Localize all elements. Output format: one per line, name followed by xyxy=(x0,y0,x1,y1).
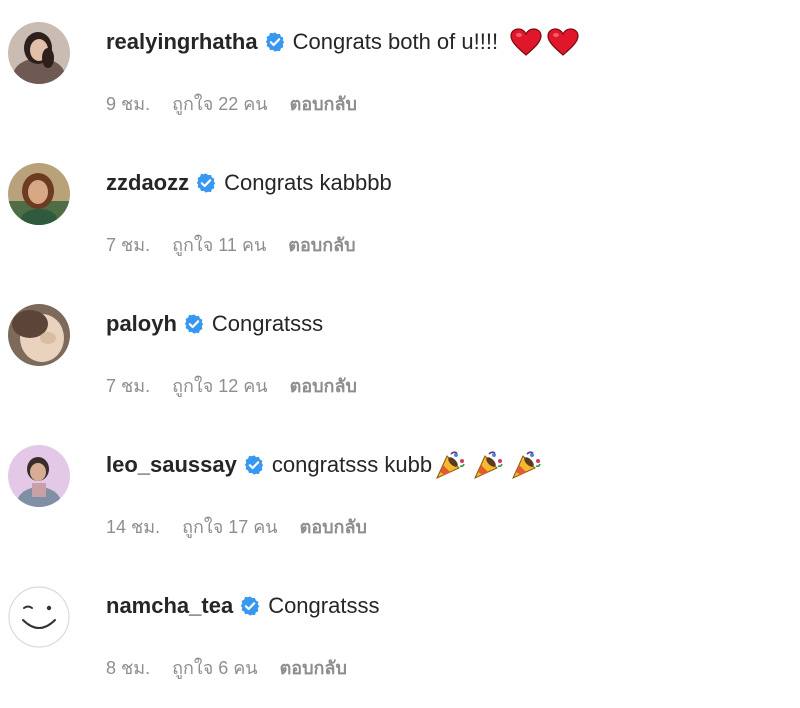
username[interactable]: realyingrhatha xyxy=(106,29,258,55)
avatar[interactable] xyxy=(8,22,70,84)
like-count[interactable]: ถูกใจ 6 คน xyxy=(172,653,258,682)
comment-text: Congratsss xyxy=(211,311,324,336)
party-popper-icon xyxy=(510,449,542,481)
comment-text: congratsss kubb xyxy=(271,452,433,477)
comment-text: Congrats kabbbb xyxy=(224,170,392,195)
username[interactable]: namcha_tea xyxy=(106,593,233,619)
avatar[interactable] xyxy=(8,304,70,366)
red-heart-icon xyxy=(547,28,579,56)
username[interactable]: zzdaozz xyxy=(106,170,189,196)
avatar[interactable] xyxy=(8,445,70,507)
comment-item: realyingrhatha Congrats both of u!!!! 9 … xyxy=(0,0,800,140)
comment-text: Congrats both of u!!!! xyxy=(292,29,499,54)
comment-item: zzdaozz Congrats kabbbb 7 ชม. ถูกใจ 11 ค… xyxy=(0,141,800,281)
verified-badge-icon xyxy=(243,454,265,476)
verified-badge-icon xyxy=(183,313,205,335)
verified-badge-icon xyxy=(195,172,217,194)
comment-time: 8 ชม. xyxy=(106,657,151,678)
reply-button[interactable]: ตอบกลับ xyxy=(290,89,357,118)
comment-item: namcha_tea Congratsss 8 ชม. ถูกใจ 6 คน ต… xyxy=(0,564,800,704)
verified-badge-icon xyxy=(239,595,261,617)
comment-time: 7 ชม. xyxy=(106,375,151,396)
reply-button[interactable]: ตอบกลับ xyxy=(288,230,355,259)
comment-time: 14 ชม. xyxy=(106,516,161,537)
like-count[interactable]: ถูกใจ 11 คน xyxy=(172,230,266,259)
avatar[interactable] xyxy=(8,163,70,225)
like-count[interactable]: ถูกใจ 12 คน xyxy=(172,371,268,400)
avatar[interactable] xyxy=(8,586,70,648)
reply-button[interactable]: ตอบกลับ xyxy=(290,371,357,400)
comment-time: 7 ชม. xyxy=(106,234,151,255)
like-count[interactable]: ถูกใจ 17 คน xyxy=(182,512,278,541)
party-popper-icon xyxy=(434,449,466,481)
comment-text: Congratsss xyxy=(268,593,380,618)
verified-badge-icon xyxy=(264,31,286,53)
username[interactable]: leo_saussay xyxy=(106,452,237,478)
reply-button[interactable]: ตอบกลับ xyxy=(280,653,347,682)
like-count[interactable]: ถูกใจ 22 คน xyxy=(172,89,268,118)
party-popper-icon xyxy=(472,449,504,481)
red-heart-icon xyxy=(510,28,542,56)
reply-button[interactable]: ตอบกลับ xyxy=(300,512,367,541)
comment-time: 9 ชม. xyxy=(106,93,151,114)
username[interactable]: paloyh xyxy=(106,311,177,337)
comment-item: leo_saussay congratsss kubb 14 ชม. ถูกใจ… xyxy=(0,423,800,563)
comment-item: paloyh Congratsss 7 ชม. ถูกใจ 12 คน ตอบก… xyxy=(0,282,800,422)
